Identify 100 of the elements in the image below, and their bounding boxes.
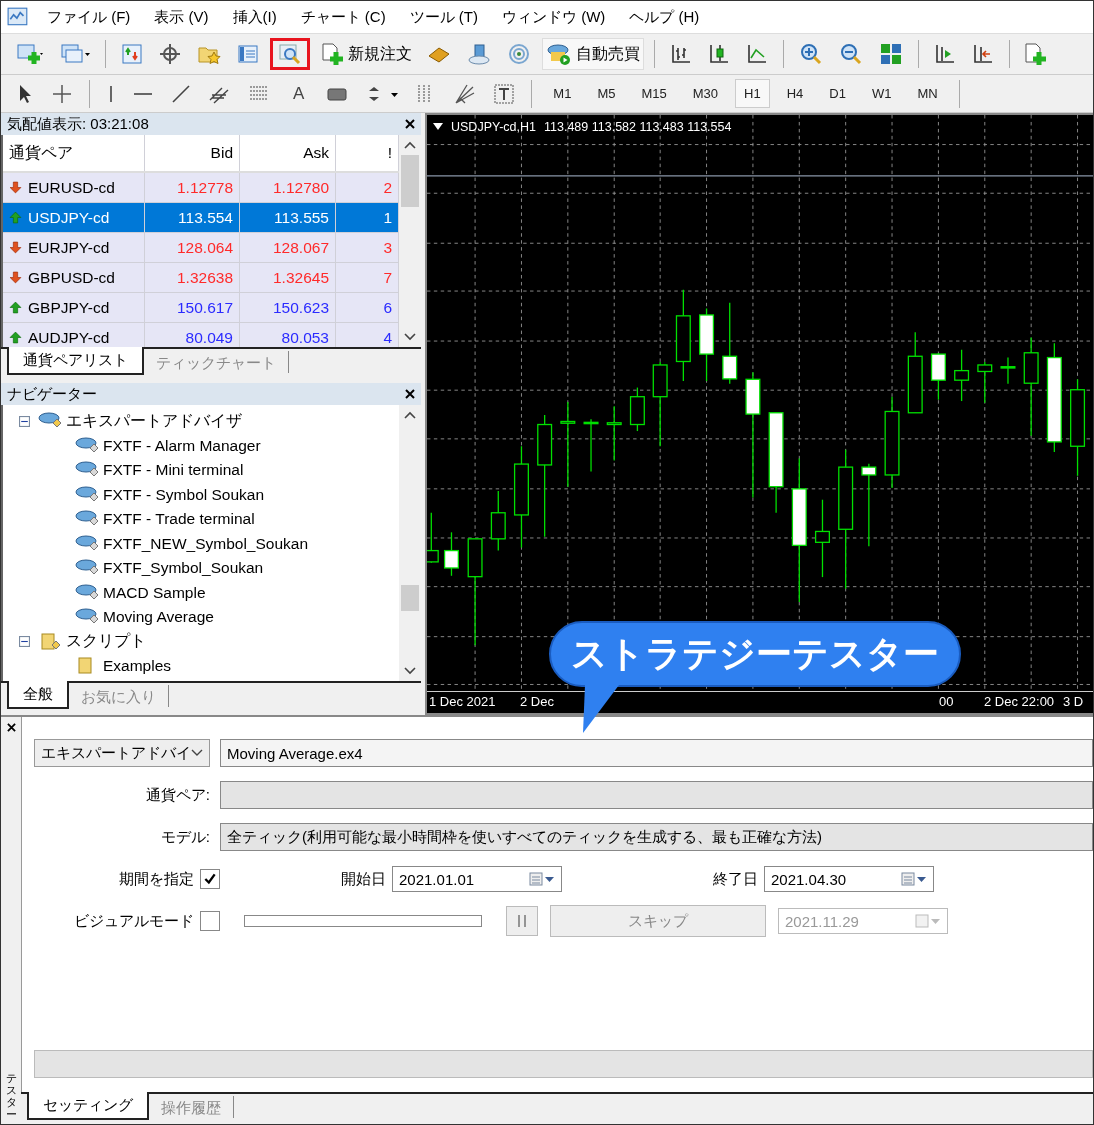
close-icon[interactable] — [405, 389, 415, 399]
text-tool-button[interactable]: A — [284, 79, 314, 108]
visual-mode-checkbox[interactable] — [200, 911, 220, 931]
chart-symbol: USDJPY-cd,H1 — [451, 120, 536, 134]
menu-item[interactable]: ツール (T) — [409, 7, 478, 27]
field-label: 開始日 — [340, 869, 386, 889]
app-icon — [7, 6, 29, 28]
menu-item[interactable]: ウィンドウ (W) — [502, 7, 606, 27]
timeframe-button[interactable]: H4 — [777, 79, 813, 108]
candlestick — [606, 405, 622, 462]
bid-price: 1.12778 — [145, 173, 240, 202]
tree-folder[interactable]: スクリプト — [66, 631, 146, 653]
candlestick — [1000, 356, 1016, 385]
scroll-thumb[interactable] — [401, 155, 419, 207]
callout-tail — [581, 685, 621, 735]
timeframe-button[interactable]: M15 — [632, 79, 676, 108]
symbol-row[interactable]: EURJPY-cd 128.064 128.067 3 — [3, 233, 399, 263]
scroll-up-icon[interactable] — [404, 411, 416, 419]
bid-price: 113.554 — [145, 203, 240, 232]
scrollbar[interactable] — [399, 135, 421, 347]
symbol-name: GBPJPY-cd — [28, 298, 110, 317]
symbol-row[interactable]: AUDJPY-cd 80.049 80.053 4 — [3, 323, 399, 347]
close-icon[interactable] — [405, 119, 415, 129]
scroll-down-icon[interactable] — [404, 333, 416, 341]
speed-slider[interactable] — [244, 915, 482, 927]
calendar-icon[interactable] — [529, 872, 555, 886]
checkbox-label: 期間を指定 — [118, 869, 194, 889]
tree-folder[interactable]: エキスパートアドバイザ — [66, 410, 242, 432]
tree-item[interactable]: FXTF_Symbol_Soukan — [103, 559, 264, 578]
panel-tab[interactable]: 通貨ペアリスト — [7, 347, 144, 375]
start-date-picker[interactable]: 2021.01.01 — [392, 866, 562, 892]
timeframe-button[interactable]: M1 — [544, 79, 581, 108]
time-axis-label: 00 — [939, 694, 954, 709]
chart-prices: 113.489 113.582 113.483 113.554 — [544, 120, 732, 134]
close-icon[interactable] — [6, 723, 16, 732]
pause-icon — [517, 914, 527, 928]
use-date-checkbox[interactable] — [200, 869, 220, 889]
magnifier-icon[interactable] — [277, 43, 303, 65]
candlestick — [583, 418, 599, 473]
tree-item[interactable]: FXTF - Alarm Manager — [103, 436, 261, 455]
ask-price: 1.12780 — [240, 173, 336, 202]
symbol-name: EURUSD-cd — [28, 178, 115, 197]
symbol-row[interactable]: USDJPY-cd 113.554 113.555 1 — [3, 203, 399, 233]
calendar-icon — [915, 914, 941, 928]
menu-item[interactable]: 表示 (V) — [154, 7, 209, 27]
symbol-row[interactable]: GBPUSD-cd 1.32638 1.32645 7 — [3, 263, 399, 293]
timeframe-button[interactable]: M30 — [683, 79, 728, 108]
scroll-up-icon[interactable] — [404, 141, 416, 149]
menu-item[interactable]: ヘルプ (H) — [629, 7, 700, 27]
new-order-button[interactable]: 新規注文 — [316, 38, 416, 70]
end-date-picker[interactable]: 2021.04.30 — [764, 866, 934, 892]
symbol-name: GBPUSD-cd — [28, 268, 115, 287]
panel-tab[interactable]: セッティング — [27, 1092, 149, 1120]
tree-item[interactable]: FXTF - Symbol Soukan — [103, 485, 265, 504]
model-dropdown[interactable]: 全ティック(利用可能な最小時間枠を使いすべてのティックを生成する、最も正確な方法) — [220, 823, 1093, 851]
scroll-down-icon[interactable] — [404, 667, 416, 675]
pause-button[interactable] — [506, 906, 538, 936]
auto-trading-button[interactable]: 自動売買 — [542, 38, 644, 70]
candlestick — [954, 349, 970, 402]
scrollbar[interactable] — [399, 405, 421, 681]
dropdown-triangle-icon[interactable] — [433, 123, 443, 131]
menu-item[interactable]: ファイル (F) — [47, 7, 131, 27]
tree-item[interactable]: MACD Sample — [103, 583, 206, 602]
expert-file-field[interactable]: Moving Average.ex4 — [220, 739, 1093, 767]
hat-play-icon — [546, 42, 572, 66]
timeframe-button[interactable]: MN — [908, 79, 947, 108]
symbol-name: USDJPY-cd — [28, 208, 110, 227]
time-axis-label: 2 Dec — [520, 694, 554, 709]
collapse-toggle-icon[interactable] — [19, 636, 30, 648]
ask-price: 150.623 — [240, 293, 336, 322]
symbol-name: AUDJPY-cd — [28, 328, 110, 347]
symbol-field[interactable] — [220, 781, 1093, 809]
symbol-name: EURJPY-cd — [28, 238, 110, 257]
tree-item[interactable]: FXTF_NEW_Symbol_Soukan — [103, 534, 309, 553]
scroll-thumb[interactable] — [401, 585, 419, 611]
candlestick — [977, 361, 993, 404]
column-header[interactable]: Ask — [240, 135, 336, 171]
collapse-toggle-icon[interactable] — [19, 415, 30, 427]
timeframe-button[interactable]: D1 — [820, 79, 855, 108]
panel-tab[interactable]: 全般 — [7, 681, 69, 709]
bid-price: 1.32638 — [145, 263, 240, 292]
timeframe-button[interactable]: M5 — [588, 79, 625, 108]
column-header[interactable]: Bid — [145, 135, 240, 171]
column-header[interactable]: 通貨ペア — [3, 135, 145, 171]
timeframe-button[interactable]: H1 — [735, 79, 770, 108]
panel-title: テスター — [5, 1071, 17, 1120]
ask-price: 113.555 — [240, 203, 336, 232]
tree-item[interactable]: Examples — [103, 657, 172, 676]
expert-type-dropdown[interactable]: エキスパートアドバイ — [34, 739, 210, 767]
tree-item[interactable]: FXTF - Trade terminal — [103, 510, 255, 529]
tree-item[interactable]: FXTF - Mini terminal — [103, 461, 244, 480]
menu-item[interactable]: 挿入(I) — [232, 7, 277, 27]
time-axis-label: 3 D — [1063, 694, 1084, 709]
symbol-row[interactable]: EURUSD-cd 1.12778 1.12780 2 — [3, 173, 399, 203]
navigator-icon[interactable] — [236, 43, 260, 65]
symbol-row[interactable]: GBPJPY-cd 150.617 150.623 6 — [3, 293, 399, 323]
tree-item[interactable]: Moving Average — [103, 608, 214, 627]
menu-item[interactable]: チャート (C) — [300, 7, 386, 27]
calendar-icon[interactable] — [901, 872, 927, 886]
timeframe-button[interactable]: W1 — [862, 79, 901, 108]
